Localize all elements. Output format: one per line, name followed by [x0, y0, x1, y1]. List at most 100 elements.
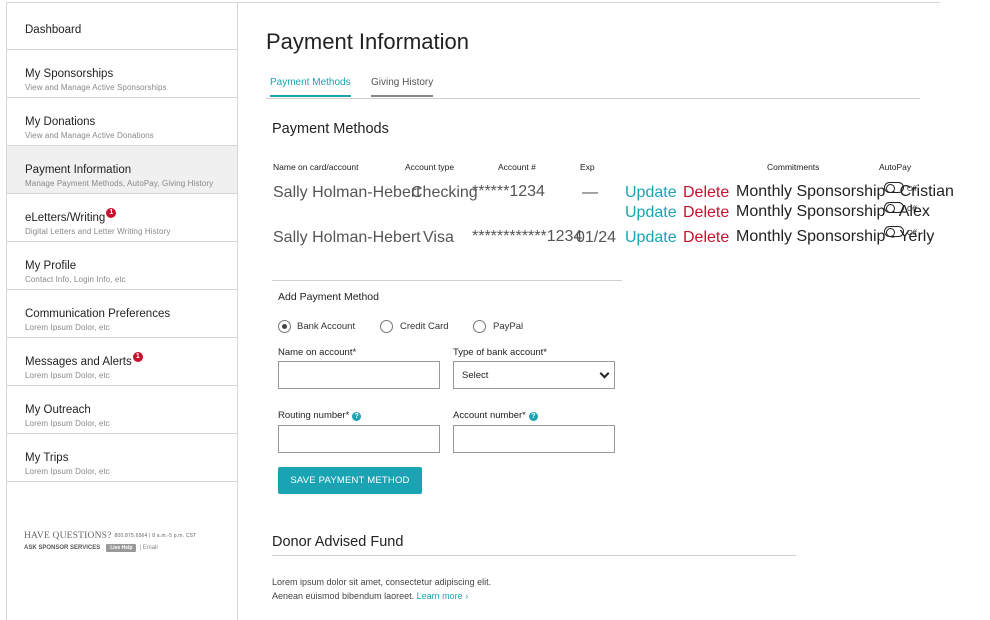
- delete-link[interactable]: Delete: [683, 184, 729, 202]
- sidebar-item-label: Communication Preferences: [25, 308, 171, 320]
- sidebar-item-label: My Sponsorships: [25, 68, 114, 80]
- notification-badge: 1: [132, 352, 143, 362]
- sidebar-item-subtitle: Lorem Ipsum Dolor, etc: [25, 371, 110, 380]
- sidebar-item-payment-information[interactable]: Payment Information Manage Payment Metho…: [7, 146, 237, 194]
- column-header-commitments: Commitments: [767, 162, 820, 172]
- donor-advised-fund-description: Lorem ipsum dolor sit amet, consectetur …: [272, 575, 491, 603]
- cell-commitment: Monthly Sponsorship - Yerly: [736, 228, 935, 245]
- description-line-1: Lorem ipsum dolor sit amet, consectetur …: [272, 577, 492, 587]
- cell-account-type: Visa: [423, 229, 454, 246]
- radio-label-bank-account: Bank Account: [297, 321, 356, 332]
- email-link[interactable]: | Email: [139, 545, 157, 551]
- help-contact-box: HAVE QUESTIONS? 800.875.6564 | 8 a.m.-5 p…: [24, 531, 196, 552]
- sidebar-item-subtitle: Lorem Ipsum Dolor, etc: [25, 467, 110, 476]
- column-header-exp: Exp: [580, 162, 595, 172]
- autopay-state: Off: [907, 204, 917, 213]
- help-icon[interactable]: ?: [352, 412, 362, 421]
- sidebar-item-subtitle: Lorem Ipsum Dolor, etc: [25, 419, 110, 428]
- sidebar-item-subtitle: Manage Payment Methods, AutoPay, Giving …: [25, 179, 214, 188]
- description-line-2: Aenean euismod bibendum laoreet. Learn m…: [272, 589, 491, 603]
- delete-link[interactable]: Delete: [683, 229, 729, 247]
- help-icon[interactable]: ?: [528, 412, 538, 421]
- delete-link[interactable]: Delete: [683, 204, 729, 222]
- sidebar-item-my-outreach[interactable]: My Outreach Lorem Ipsum Dolor, etc: [7, 386, 237, 434]
- sidebar-item-label: My Profile: [25, 260, 77, 272]
- form-divider: [272, 280, 622, 281]
- column-header-account-type: Account type: [405, 162, 455, 172]
- cell-account-type: Checking: [411, 184, 478, 201]
- help-hours: 800.875.6564 | 8 a.m.-5 p.m. CST: [114, 533, 197, 539]
- sidebar-item-label-wrap: eLetters/Writing 1: [25, 208, 117, 224]
- sidebar-item-label-wrap: Messages and Alerts 1: [25, 352, 143, 368]
- cell-commitment: Monthly Sponsorship - Cristian: [736, 183, 954, 200]
- sidebar-item-subtitle: View and Manage Active Sponsorships: [25, 83, 167, 92]
- radio-label-credit-card: Credit Card: [400, 321, 449, 332]
- sidebar-item-label: Dashboard: [25, 24, 82, 36]
- account-number-input[interactable]: [453, 425, 615, 453]
- cell-exp: —: [582, 184, 598, 201]
- description-line-2-text: Aenean euismod bibendum laoreet.: [272, 591, 415, 601]
- account-number-label: Account number*?: [453, 410, 538, 421]
- routing-number-input[interactable]: [278, 425, 440, 453]
- add-payment-method-title: Add Payment Method: [278, 291, 379, 303]
- autopay-toggle[interactable]: [884, 226, 904, 237]
- routing-number-label: Routing number*?: [278, 410, 362, 421]
- chevron-down-icon: [599, 368, 610, 379]
- bank-account-type-label: Type of bank account*: [453, 347, 548, 358]
- cell-name: Sally Holman-Hebert: [273, 229, 421, 246]
- help-actions-line: ASK SPONSOR SERVICES Live Help | Email: [24, 544, 196, 552]
- cell-name: Sally Holman-Hebert: [273, 184, 421, 201]
- save-payment-method-button[interactable]: SAVE PAYMENT METHOD: [278, 467, 422, 494]
- sidebar-item-label: eLetters/Writing: [25, 212, 106, 224]
- donor-advised-fund-heading: Donor Advised Fund: [272, 534, 404, 550]
- tab-giving-history[interactable]: Giving History: [371, 77, 434, 97]
- update-link[interactable]: Update: [625, 204, 677, 222]
- autopay-toggle[interactable]: [884, 202, 904, 213]
- sidebar-item-my-trips[interactable]: My Trips Lorem Ipsum Dolor, etc: [7, 434, 237, 482]
- sidebar-item-messages-alerts[interactable]: Messages and Alerts 1 Lorem Ipsum Dolor, …: [7, 338, 237, 386]
- autopay-state: Off: [907, 184, 917, 193]
- update-link[interactable]: Update: [625, 229, 677, 247]
- update-link[interactable]: Update: [625, 184, 677, 202]
- sidebar-item-label: My Trips: [25, 452, 69, 464]
- routing-number-label-text: Routing number*: [278, 410, 350, 421]
- live-help-button[interactable]: Live Help: [106, 544, 137, 552]
- account-number-label-text: Account number*: [453, 410, 526, 421]
- radio-label-paypal: PayPal: [493, 321, 524, 332]
- radio-credit-card[interactable]: [380, 320, 393, 333]
- select-value: Select: [462, 370, 489, 381]
- sidebar-item-label: Payment Information: [25, 164, 132, 176]
- section-divider: [272, 555, 796, 556]
- page-title: Payment Information: [266, 29, 469, 54]
- sidebar-item-label: My Outreach: [25, 404, 91, 416]
- sidebar-item-my-sponsorships[interactable]: My Sponsorships View and Manage Active S…: [7, 50, 237, 98]
- sidebar-item-label: My Donations: [25, 116, 96, 128]
- sidebar-item-my-profile[interactable]: My Profile Contact Info, Login Info, etc: [7, 242, 237, 290]
- ask-sponsor-services: ASK SPONSOR SERVICES: [24, 545, 101, 551]
- sidebar-item-my-donations[interactable]: My Donations View and Manage Active Dona…: [7, 98, 237, 146]
- notification-badge: 1: [106, 208, 117, 218]
- cell-account-number: ******1234: [472, 183, 545, 200]
- help-heading-line: HAVE QUESTIONS? 800.875.6564 | 8 a.m.-5 p…: [24, 531, 196, 541]
- sidebar-item-label: Messages and Alerts: [25, 356, 132, 368]
- column-header-autopay: AutoPay: [879, 162, 912, 172]
- name-on-account-label: Name on account*: [278, 347, 357, 358]
- help-question: HAVE QUESTIONS?: [24, 531, 112, 541]
- column-header-account-number: Account #: [498, 162, 536, 172]
- sidebar-item-communication-preferences[interactable]: Communication Preferences Lorem Ipsum Do…: [7, 290, 237, 338]
- cell-exp: 01/24: [576, 229, 617, 246]
- radio-paypal[interactable]: [473, 320, 486, 333]
- radio-bank-account[interactable]: [278, 320, 291, 333]
- column-header-name: Name on card/account: [273, 162, 359, 172]
- autopay-state: Off: [907, 228, 917, 237]
- name-on-account-input[interactable]: [278, 361, 440, 389]
- sidebar-item-subtitle: View and Manage Active Donations: [25, 131, 154, 140]
- autopay-toggle[interactable]: [884, 182, 904, 193]
- sidebar-item-eletters[interactable]: eLetters/Writing 1 Digital Letters and Le…: [7, 194, 237, 242]
- sidebar-item-dashboard[interactable]: Dashboard: [7, 3, 237, 50]
- sidebar-item-subtitle: Lorem Ipsum Dolor, etc: [25, 323, 110, 332]
- learn-more-link[interactable]: Learn more ›: [417, 591, 469, 601]
- sidebar-item-subtitle: Contact Info, Login Info, etc: [25, 275, 126, 284]
- bank-account-type-select[interactable]: Select: [453, 361, 615, 389]
- tab-payment-methods[interactable]: Payment Methods: [270, 77, 351, 97]
